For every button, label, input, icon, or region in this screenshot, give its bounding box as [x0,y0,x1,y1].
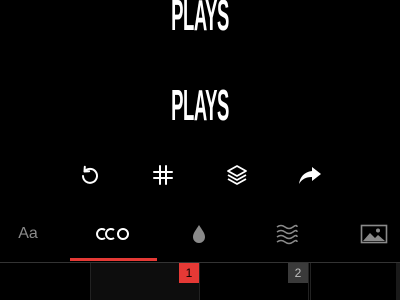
page-slot-1[interactable]: 1 [90,263,200,300]
strip-edge [396,263,400,300]
undo-icon [82,165,98,184]
page-strip: 1 2 [0,263,400,300]
page-slot-empty-left [0,263,89,300]
preview-text-top: PLAYS [171,0,229,40]
grid-icon [153,165,173,185]
share-icon [299,167,321,184]
texture-waves-icon [276,224,298,245]
tab-texture[interactable] [247,208,327,260]
tab-background-image[interactable] [334,208,400,260]
page-slot-empty-right [310,263,400,300]
image-icon [360,224,388,244]
preview-text-middle: PLAYS [171,81,229,130]
color-drop-icon [193,225,205,243]
tab-color[interactable] [159,208,239,260]
layers-button[interactable] [217,155,257,195]
preview-canvas[interactable]: PLAYS PLAYS [0,0,400,150]
tab-text-style[interactable] [73,208,153,260]
page-number-badge: 2 [288,263,308,283]
grid-button[interactable] [143,155,183,195]
action-toolbar [0,155,400,195]
undo-button[interactable] [70,155,110,195]
share-button[interactable] [290,155,330,195]
active-tab-indicator [70,258,157,261]
font-icon: Aa [18,225,38,242]
editor-tabs: Aa [0,208,400,263]
page-slot-2[interactable]: 2 [201,263,309,300]
layers-icon [227,165,247,185]
page-number-badge: 1 [179,263,199,283]
text-style-icon [96,228,129,240]
tab-font[interactable]: Aa [0,208,68,260]
